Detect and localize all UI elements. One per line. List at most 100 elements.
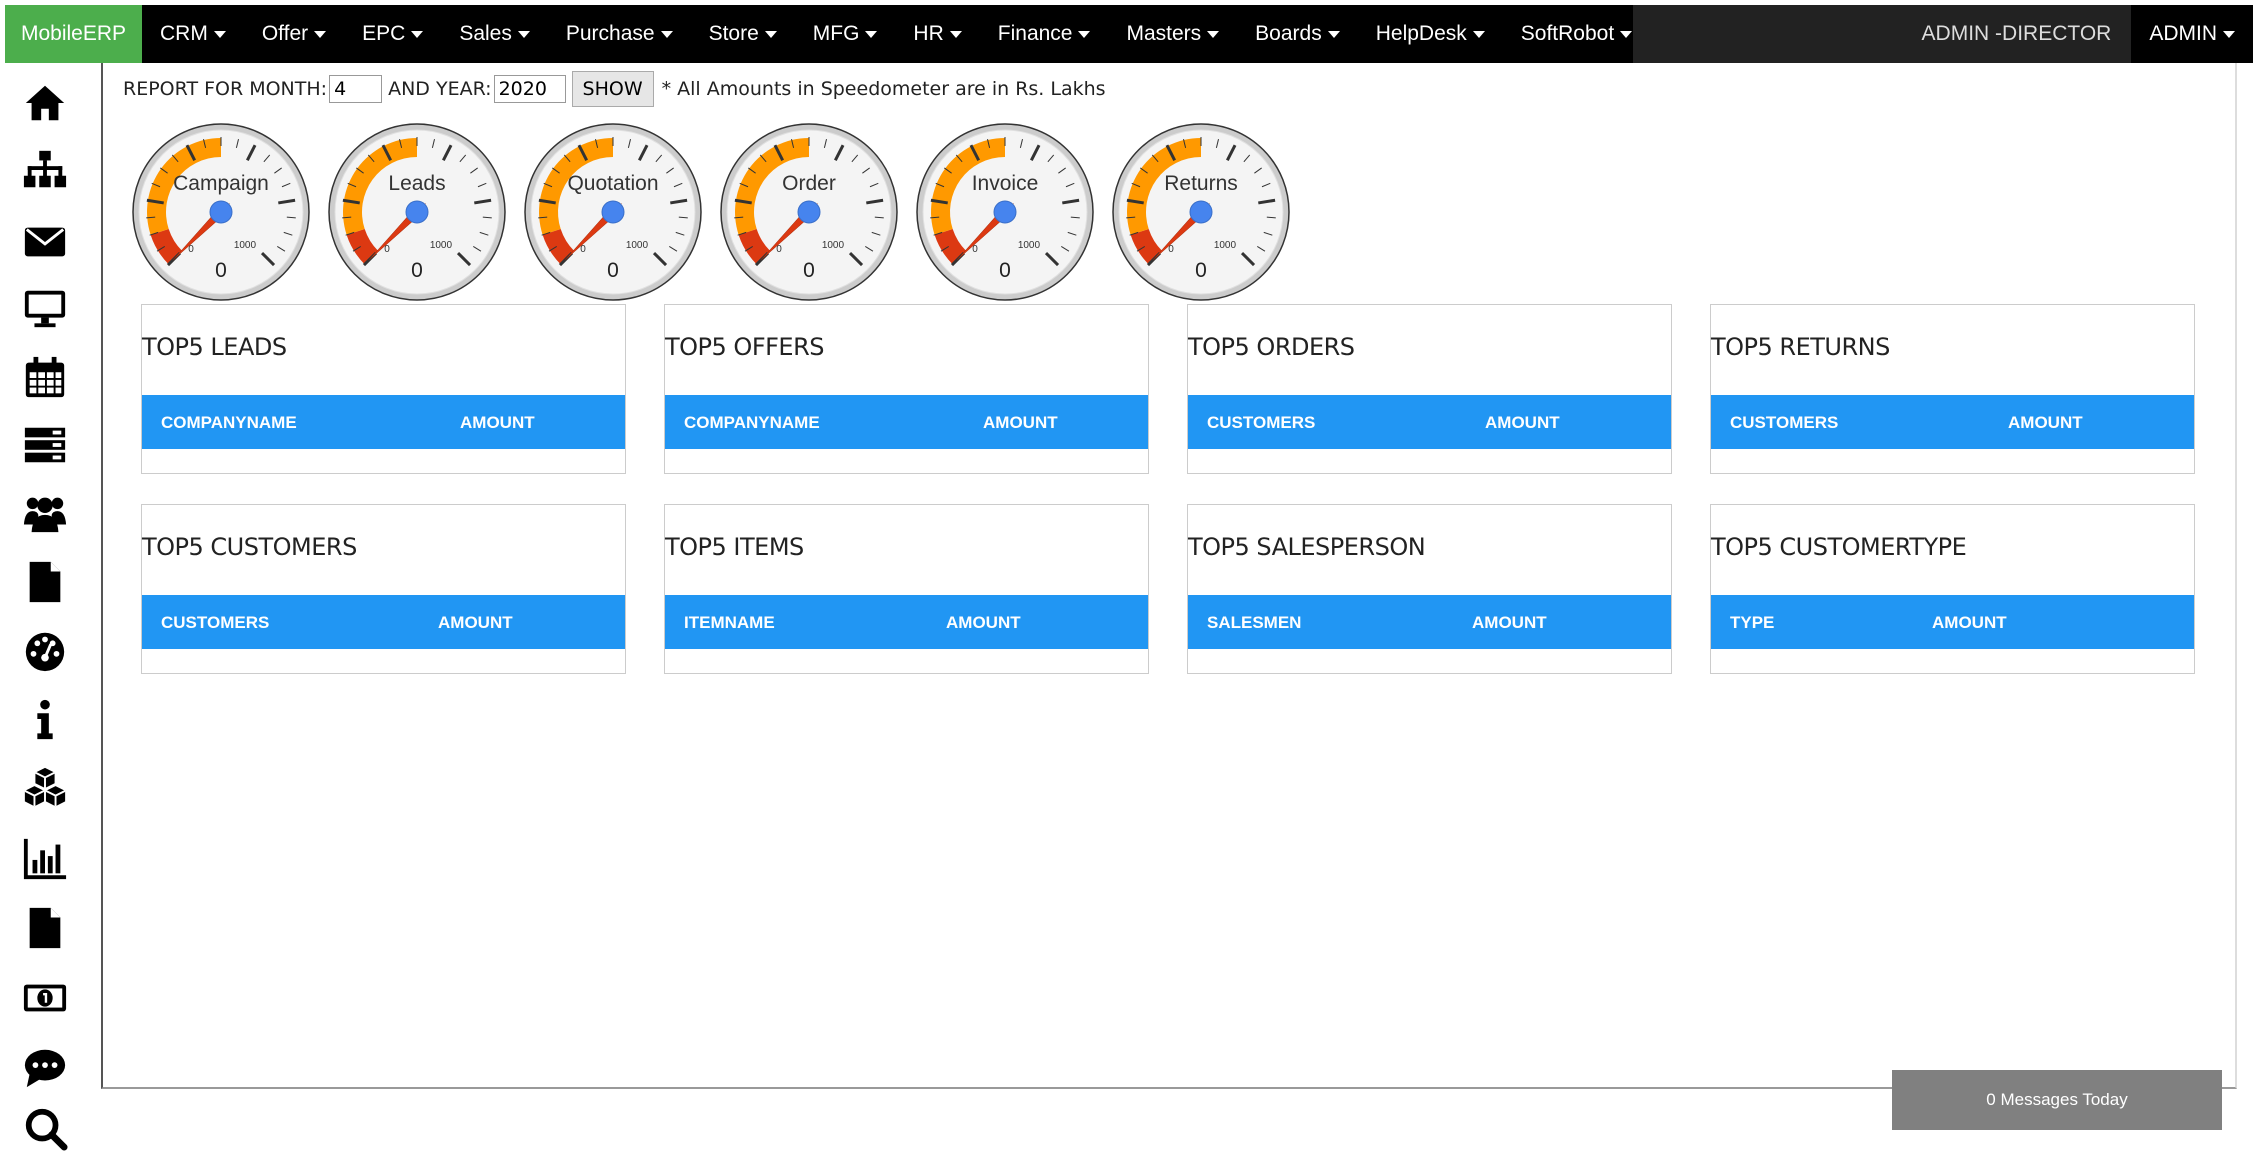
- table-header: CUSTOMERS AMOUNT: [142, 595, 625, 649]
- column-header[interactable]: SALESMEN: [1207, 613, 1301, 633]
- column-header[interactable]: TYPE: [1730, 613, 1774, 633]
- gauge-campaign: Campaign 0 1000 0: [131, 116, 311, 308]
- gauge-max-label: 1000: [1018, 240, 1041, 251]
- menu-boards[interactable]: Boards: [1237, 5, 1358, 63]
- sitemap-icon[interactable]: [20, 145, 70, 195]
- messages-today-box[interactable]: 0 Messages Today: [1892, 1070, 2222, 1130]
- column-header[interactable]: AMOUNT: [460, 413, 535, 433]
- brand-logo[interactable]: MobileERP: [5, 5, 142, 63]
- column-header[interactable]: AMOUNT: [2008, 413, 2083, 433]
- month-label: REPORT FOR MONTH:: [123, 78, 328, 100]
- gauge-quotation: Quotation 0 1000 0: [523, 116, 703, 308]
- caret-down-icon: [2223, 30, 2235, 38]
- column-header[interactable]: ITEMNAME: [684, 613, 775, 633]
- messages-text: 0 Messages Today: [1986, 1090, 2128, 1109]
- menu-softrobot[interactable]: SoftRobot: [1503, 5, 1650, 63]
- menu-offer[interactable]: Offer: [244, 5, 344, 63]
- gauge-value: 0: [607, 259, 619, 282]
- gauge-tick: [678, 216, 688, 219]
- dashboard-main: REPORT FOR MONTH: AND YEAR: SHOW * All A…: [101, 63, 2237, 1089]
- menu-store[interactable]: Store: [691, 5, 795, 63]
- panel-title: TOP5 CUSTOMERTYPE: [1711, 533, 1967, 561]
- bar-chart-icon[interactable]: [20, 833, 70, 883]
- panel-title: TOP5 CUSTOMERS: [142, 533, 357, 561]
- info-icon[interactable]: [20, 695, 70, 745]
- table-header: ITEMNAME AMOUNT: [665, 595, 1148, 649]
- document-icon[interactable]: [20, 903, 70, 953]
- menu-hr[interactable]: HR: [895, 5, 979, 63]
- panel-title: TOP5 ORDERS: [1188, 333, 1355, 361]
- gauge-title: Leads: [388, 172, 445, 195]
- menu-label: MFG: [812, 22, 860, 45]
- gauge-value: 0: [803, 259, 815, 282]
- users-icon[interactable]: [20, 488, 70, 538]
- gauge-title: Invoice: [972, 172, 1039, 195]
- caret-down-icon: [1078, 30, 1091, 38]
- menu-helpdesk[interactable]: HelpDesk: [1358, 5, 1503, 63]
- sidebar: [0, 63, 90, 1153]
- column-header[interactable]: AMOUNT: [1932, 613, 2007, 633]
- gauge-tick: [482, 216, 492, 219]
- menu-label: HR: [913, 22, 944, 45]
- column-header[interactable]: COMPANYNAME: [161, 413, 297, 433]
- column-header[interactable]: CUSTOMERS: [161, 613, 269, 633]
- file-icon[interactable]: [20, 557, 70, 607]
- admin-label: ADMIN: [2149, 22, 2217, 45]
- dashboard-icon[interactable]: [20, 625, 70, 675]
- menu-label: Boards: [1255, 22, 1322, 45]
- gauge-title: Returns: [1164, 172, 1238, 195]
- menu-mfg[interactable]: MFG: [795, 5, 896, 63]
- gauge-hub: [209, 200, 233, 224]
- caret-down-icon: [314, 30, 327, 38]
- gauge-tick: [874, 216, 884, 219]
- caret-down-icon: [660, 30, 673, 38]
- table-header: COMPANYNAME AMOUNT: [142, 395, 625, 449]
- gauge-tick: [146, 216, 156, 219]
- amount-note: * All Amounts in Speedometer are in Rs. …: [661, 78, 1106, 100]
- panel-top5-offers: TOP5 OFFERS COMPANYNAME AMOUNT: [664, 304, 1149, 474]
- menu-label: CRM: [160, 22, 208, 45]
- menu-epc[interactable]: EPC: [344, 5, 441, 63]
- caret-down-icon: [865, 30, 878, 38]
- desktop-icon[interactable]: [20, 283, 70, 333]
- menu-purchase[interactable]: Purchase: [548, 5, 691, 63]
- cubes-icon[interactable]: [20, 763, 70, 813]
- server-icon[interactable]: [20, 420, 70, 470]
- gauge-title: Quotation: [567, 172, 658, 195]
- column-header[interactable]: CUSTOMERS: [1730, 413, 1838, 433]
- menu-masters[interactable]: Masters: [1108, 5, 1237, 63]
- column-header[interactable]: COMPANYNAME: [684, 413, 820, 433]
- panel-top5-items: TOP5 ITEMS ITEMNAME AMOUNT: [664, 504, 1149, 674]
- home-icon[interactable]: [20, 78, 70, 128]
- column-header[interactable]: AMOUNT: [983, 413, 1058, 433]
- envelope-icon[interactable]: [20, 216, 70, 266]
- column-header[interactable]: AMOUNT: [1472, 613, 1547, 633]
- menu-sales[interactable]: Sales: [441, 5, 548, 63]
- panel-top5-salesperson: TOP5 SALESPERSON SALESMEN AMOUNT: [1187, 504, 1672, 674]
- admin-menu[interactable]: ADMIN: [2131, 5, 2253, 63]
- show-button[interactable]: SHOW: [571, 71, 654, 107]
- column-header[interactable]: AMOUNT: [438, 613, 513, 633]
- caret-down-icon: [1472, 30, 1485, 38]
- gauge-returns: Returns 0 1000 0: [1111, 116, 1291, 308]
- caret-down-icon: [1207, 30, 1220, 38]
- panel-title: TOP5 LEADS: [142, 333, 287, 361]
- comment-icon[interactable]: [20, 1043, 70, 1093]
- year-input[interactable]: [493, 75, 566, 103]
- gauge-value: 0: [999, 259, 1011, 282]
- column-header[interactable]: CUSTOMERS: [1207, 413, 1315, 433]
- money-icon[interactable]: [20, 973, 70, 1023]
- menu-crm[interactable]: CRM: [142, 5, 244, 63]
- caret-down-icon: [517, 30, 530, 38]
- column-header[interactable]: AMOUNT: [946, 613, 1021, 633]
- column-header[interactable]: AMOUNT: [1485, 413, 1560, 433]
- month-input[interactable]: [329, 75, 383, 103]
- table-header: CUSTOMERS AMOUNT: [1188, 395, 1671, 449]
- calendar-icon[interactable]: [20, 353, 70, 403]
- caret-down-icon: [949, 30, 962, 38]
- search-icon[interactable]: [20, 1103, 70, 1153]
- caret-down-icon: [213, 30, 226, 38]
- gauge-max-label: 1000: [626, 240, 649, 251]
- year-label: AND YEAR:: [388, 78, 492, 100]
- menu-finance[interactable]: Finance: [980, 5, 1109, 63]
